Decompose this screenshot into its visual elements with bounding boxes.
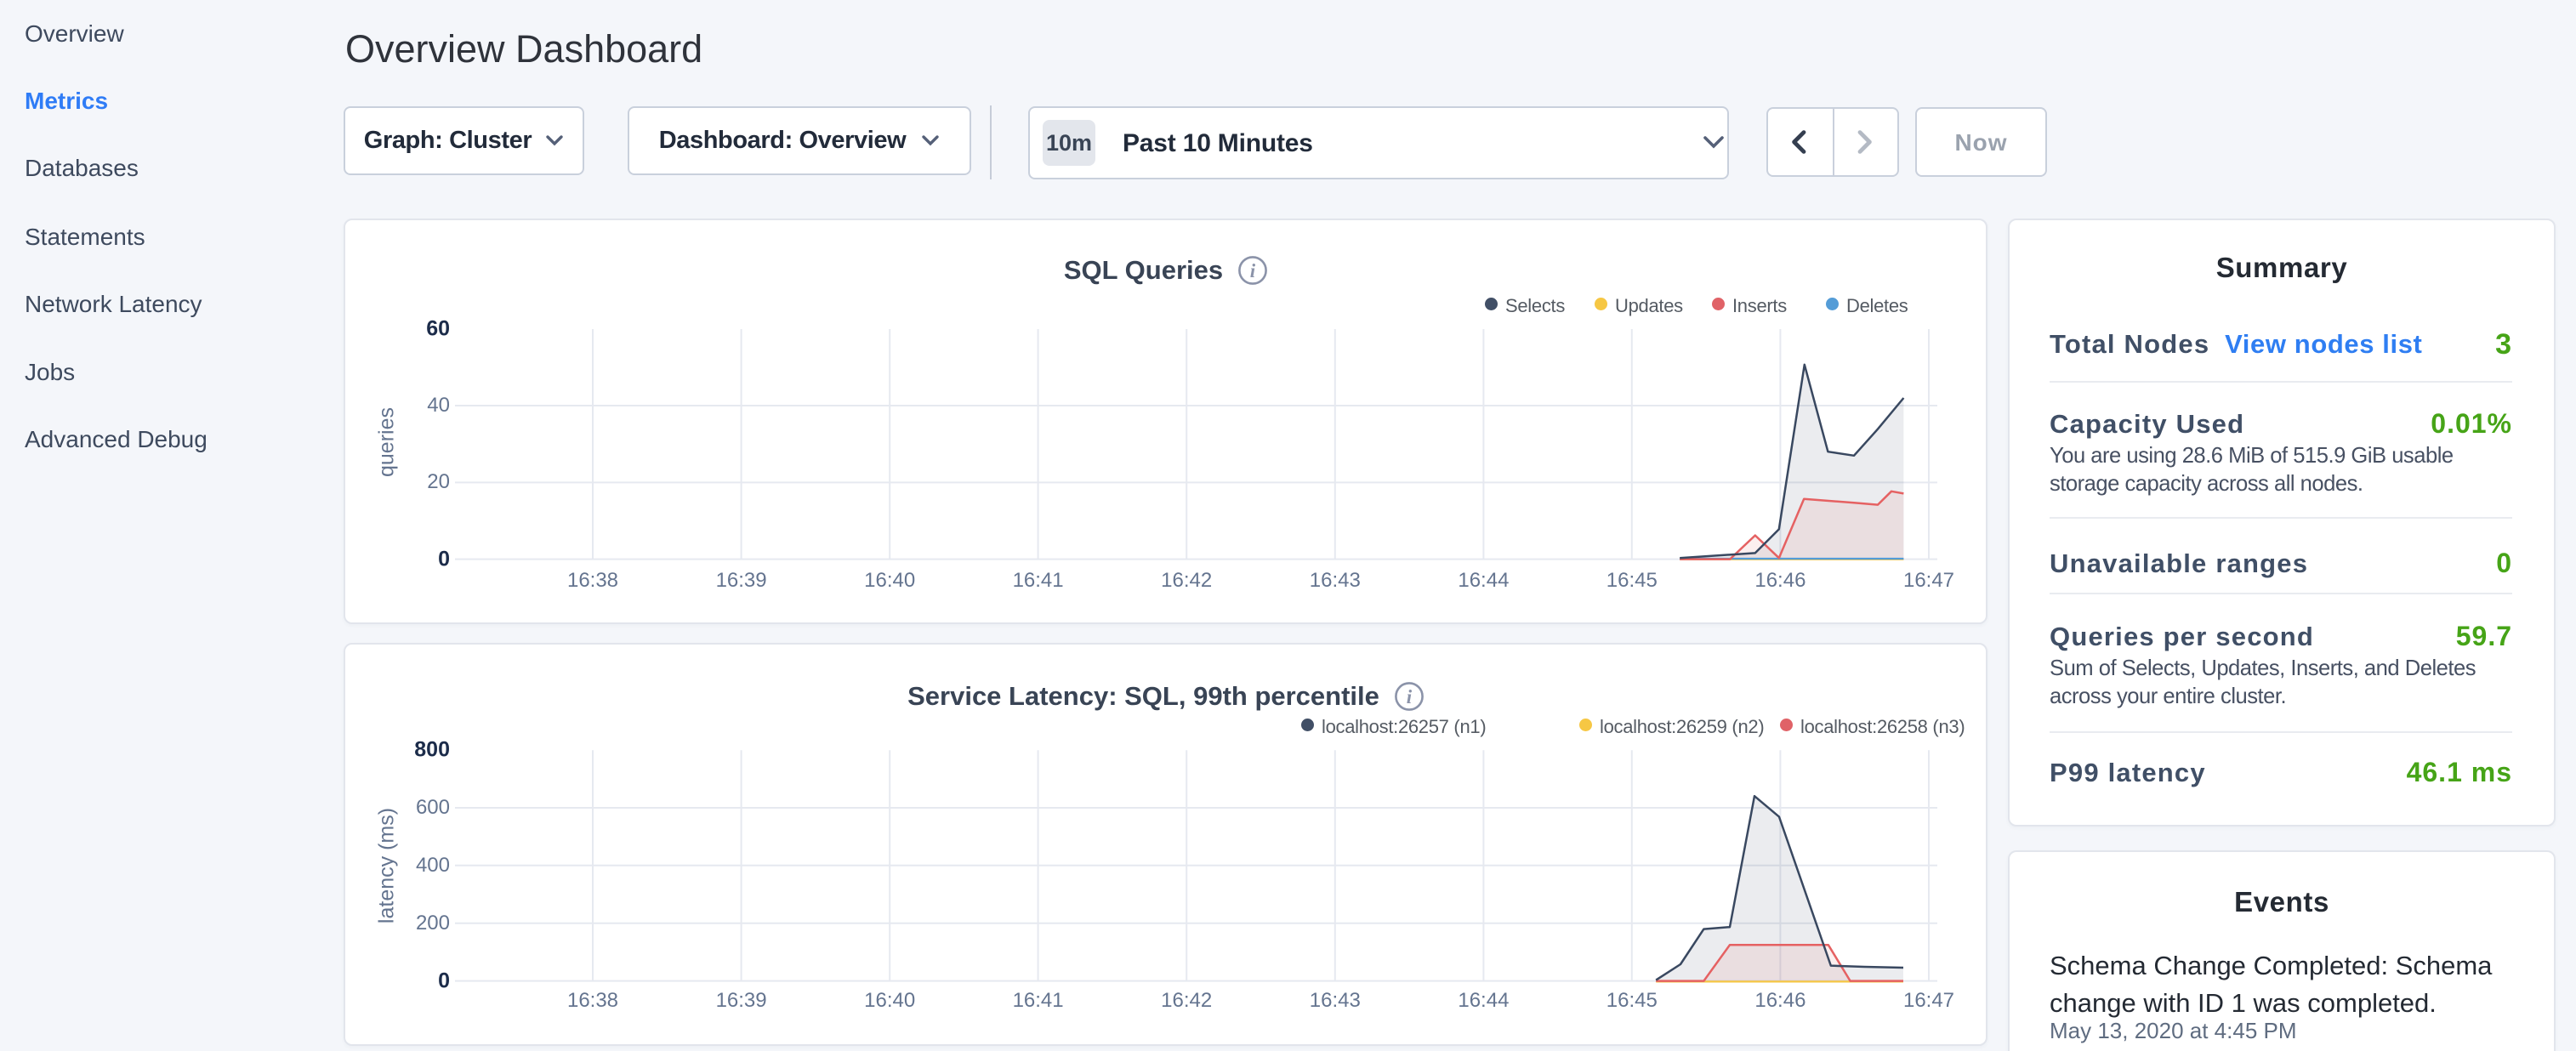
svg-text:i: i <box>1250 260 1256 281</box>
svg-text:i: i <box>1407 686 1413 707</box>
